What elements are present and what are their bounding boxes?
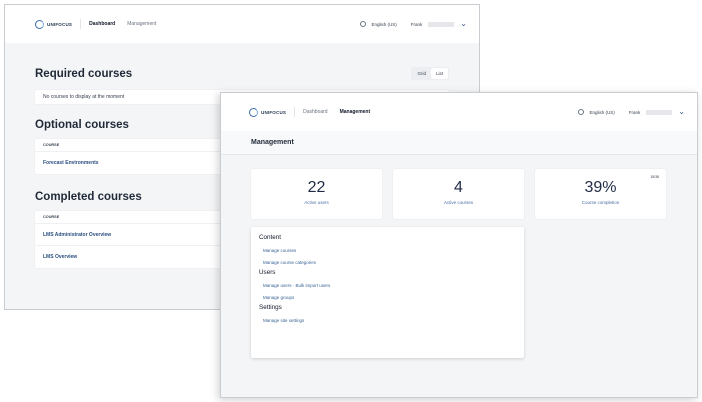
stat-value: 4 bbox=[454, 179, 463, 196]
management-links-card: Content Manage courses Manage course cat… bbox=[251, 227, 524, 358]
nav-dashboard[interactable]: Dashboard bbox=[303, 109, 327, 115]
nav-divider bbox=[80, 19, 82, 29]
stat-active-users: 22 Active users bbox=[251, 169, 382, 219]
manage-courses-link[interactable]: Manage courses bbox=[263, 248, 516, 253]
language-selector[interactable]: English (US) bbox=[590, 110, 615, 115]
group-title-content: Content bbox=[259, 234, 282, 241]
nav-management[interactable]: Management bbox=[340, 109, 371, 115]
stat-active-courses: 4 Active courses bbox=[393, 169, 524, 219]
nav-dashboard[interactable]: Dashboard bbox=[89, 21, 115, 27]
stat-course-completion: 15/38 39% Course completion bbox=[535, 169, 666, 219]
nav-management[interactable]: Management bbox=[127, 21, 156, 27]
stat-label[interactable]: Course completion bbox=[535, 200, 666, 205]
column-course: COURSE bbox=[43, 143, 60, 147]
stat-value: 22 bbox=[307, 179, 326, 196]
manage-course-categories-link[interactable]: Manage course categories bbox=[263, 260, 516, 265]
column-course: COURSE bbox=[43, 215, 60, 219]
view-toggle: Grid List bbox=[411, 67, 449, 80]
brand-name: UNIFOCUS bbox=[261, 109, 287, 115]
group-title-users: Users bbox=[259, 269, 276, 276]
chevron-down-icon[interactable]: ⌄ bbox=[678, 108, 685, 116]
user-name-redacted bbox=[646, 109, 673, 115]
page-title: Management bbox=[221, 131, 697, 155]
chevron-down-icon[interactable]: ⌄ bbox=[460, 20, 467, 28]
top-nav: UNIFOCUS Dashboard Management English (U… bbox=[5, 5, 479, 43]
grid-view-button[interactable]: Grid bbox=[412, 68, 431, 79]
logo-icon bbox=[35, 19, 44, 29]
brand-logo[interactable]: UNIFOCUS bbox=[35, 19, 73, 29]
management-window: UNIFOCUS Dashboard Management English (U… bbox=[220, 92, 698, 398]
globe-icon bbox=[577, 109, 584, 115]
user-name: Frank bbox=[410, 21, 423, 27]
stat-value: 39% bbox=[584, 179, 617, 196]
language-selector[interactable]: English (US) bbox=[372, 22, 397, 27]
logo-icon bbox=[249, 107, 258, 117]
globe-icon bbox=[359, 21, 366, 27]
stat-label[interactable]: Active users bbox=[251, 200, 382, 205]
completion-count: 15/38 bbox=[650, 175, 659, 179]
manage-site-settings-link[interactable]: Manage site settings bbox=[263, 318, 516, 323]
list-view-button[interactable]: List bbox=[430, 68, 448, 79]
user-name: Frank bbox=[628, 109, 641, 115]
stat-label[interactable]: Active courses bbox=[393, 200, 524, 205]
manage-users-link[interactable]: Manage users · Bulk import users bbox=[263, 283, 516, 288]
stats-row: 22 Active users 4 Active courses 15/38 3… bbox=[221, 155, 697, 219]
required-courses-title: Required courses bbox=[35, 67, 133, 80]
brand-logo[interactable]: UNIFOCUS bbox=[249, 107, 287, 117]
manage-groups-link[interactable]: Manage groups bbox=[263, 295, 516, 300]
nav-divider bbox=[294, 107, 296, 117]
top-nav: UNIFOCUS Dashboard Management English (U… bbox=[221, 93, 697, 131]
brand-name: UNIFOCUS bbox=[47, 21, 73, 27]
user-name-redacted bbox=[428, 21, 455, 27]
group-title-settings: Settings bbox=[259, 304, 282, 311]
